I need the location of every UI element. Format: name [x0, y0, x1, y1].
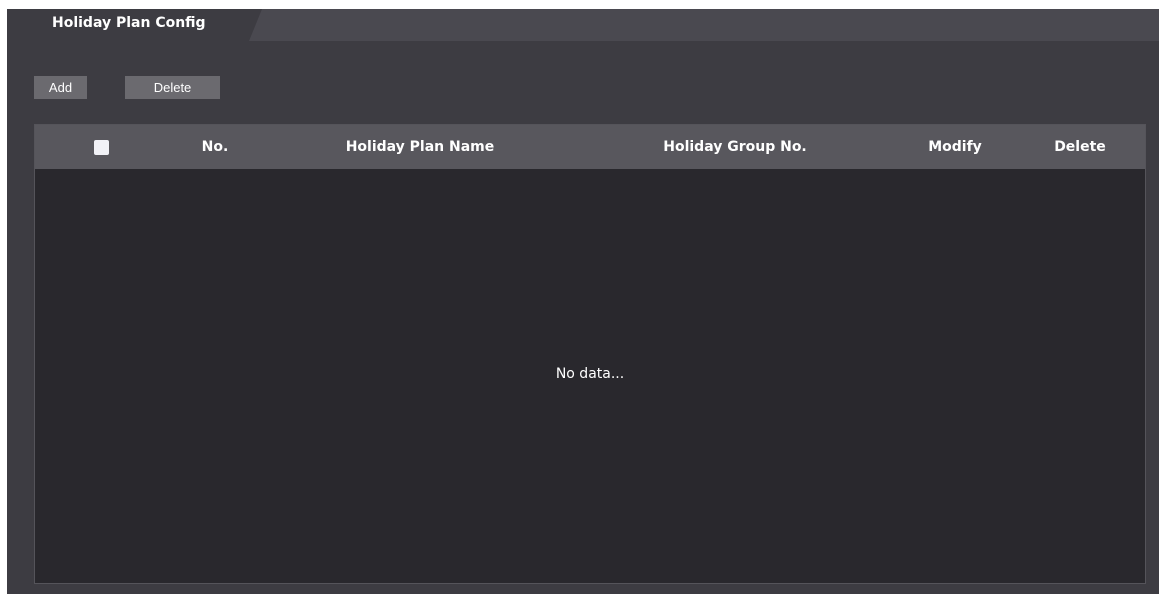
table-header: No. Holiday Plan Name Holiday Group No. …: [35, 125, 1145, 169]
empty-state-text: No data...: [555, 366, 625, 382]
tab-holiday-plan-config-label: Holiday Plan Config: [52, 15, 206, 31]
add-button[interactable]: Add: [34, 76, 87, 99]
tab-strip: Holiday Plan Config: [7, 9, 1159, 41]
column-header-delete: Delete: [1054, 139, 1106, 155]
column-header-modify: Modify: [928, 139, 982, 155]
delete-button[interactable]: Delete: [125, 76, 220, 99]
holiday-plan-panel: Holiday Plan Config Add Delete No. Holid…: [7, 9, 1159, 594]
table-body: No data...: [35, 169, 1145, 583]
column-header-holiday-group-no: Holiday Group No.: [663, 139, 807, 155]
column-header-no: No.: [201, 139, 229, 155]
column-header-holiday-plan-name: Holiday Plan Name: [345, 139, 495, 155]
holiday-plan-table: No. Holiday Plan Name Holiday Group No. …: [34, 124, 1146, 584]
column-select-all: [90, 125, 114, 169]
select-all-checkbox[interactable]: [94, 140, 109, 155]
